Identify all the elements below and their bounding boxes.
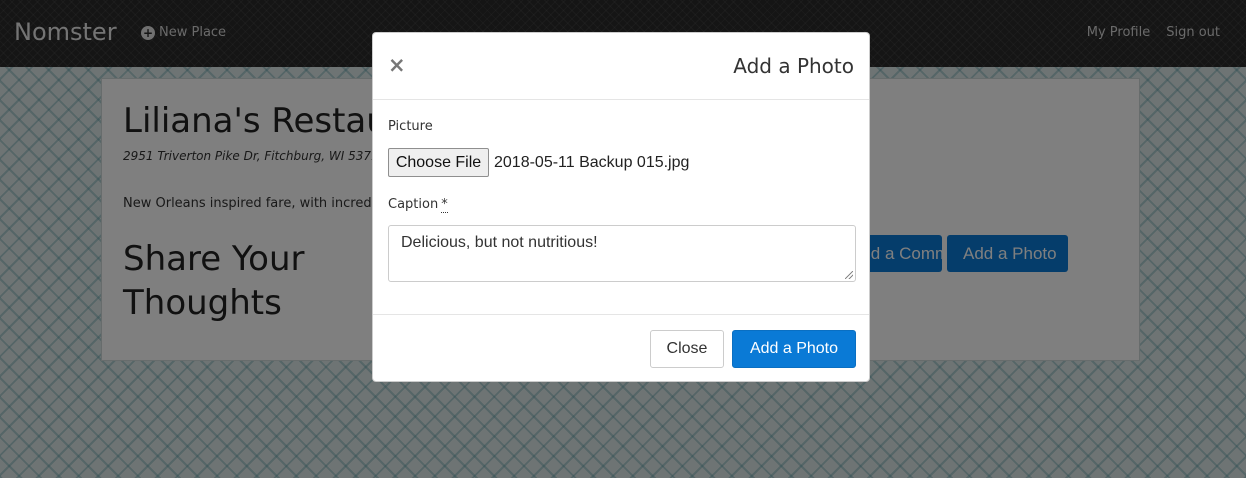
required-marker: * bbox=[441, 197, 448, 213]
modal-title: Add a Photo bbox=[733, 54, 854, 78]
submit-photo-button[interactable]: Add a Photo bbox=[732, 330, 856, 368]
resize-grip-icon[interactable] bbox=[845, 271, 853, 279]
close-icon[interactable]: × bbox=[388, 53, 406, 77]
modal-header: × Add a Photo bbox=[373, 33, 869, 100]
file-input: Choose File 2018-05-11 Backup 015.jpg bbox=[388, 148, 689, 177]
caption-label-text: Caption bbox=[388, 197, 439, 212]
picture-label: Picture bbox=[388, 119, 433, 134]
modal-footer: Close Add a Photo bbox=[373, 314, 869, 382]
close-button[interactable]: Close bbox=[650, 330, 724, 368]
caption-textarea[interactable]: Delicious, but not nutritious! bbox=[388, 225, 856, 282]
choose-file-button[interactable]: Choose File bbox=[388, 148, 489, 177]
caption-label: Caption * bbox=[388, 197, 448, 213]
selected-file-name: 2018-05-11 Backup 015.jpg bbox=[494, 153, 690, 171]
caption-text: Delicious, but not nutritious! bbox=[401, 234, 598, 251]
add-photo-modal: × Add a Photo Picture Choose File 2018-0… bbox=[372, 32, 870, 382]
